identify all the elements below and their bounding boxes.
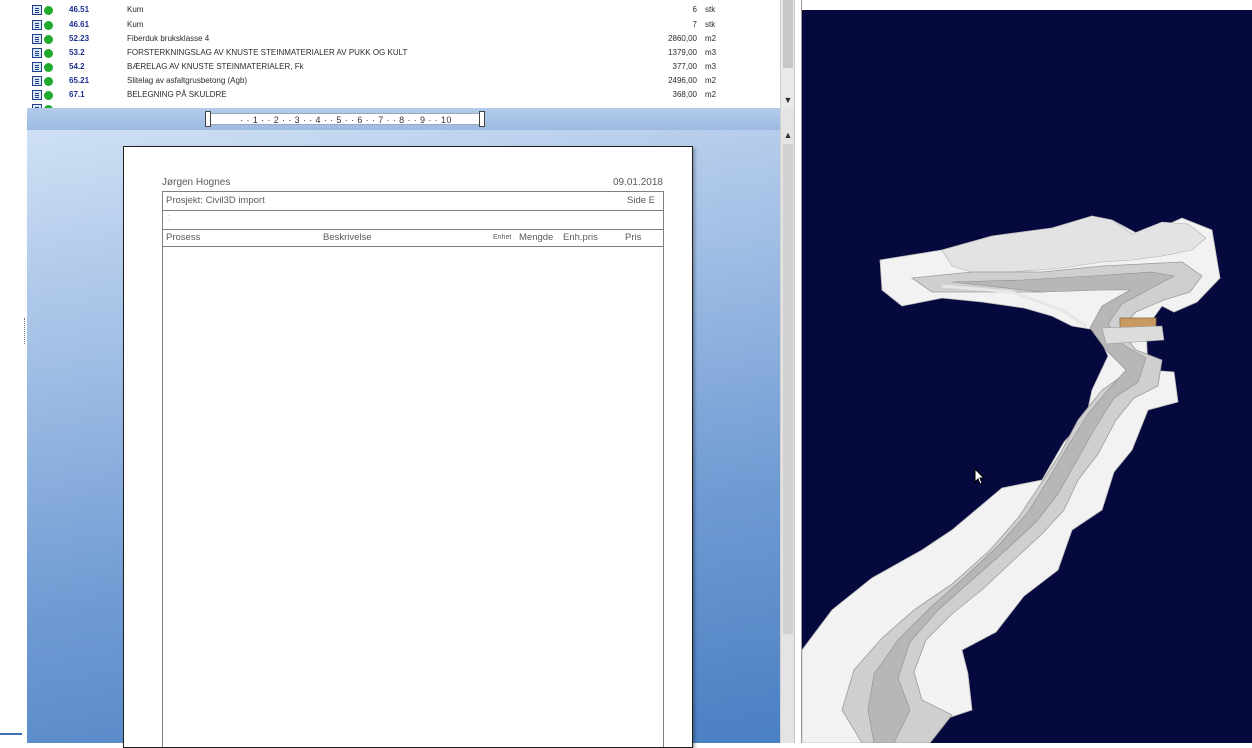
list-item[interactable]: 46.51 Kum 6 stk	[27, 4, 780, 16]
report-table: Prosjekt: Civil3D import Side E : Proses…	[162, 191, 664, 747]
item-quantity: 6	[692, 5, 697, 14]
column-header-mengde: Mengde	[519, 232, 554, 243]
list-item[interactable]: 53.2 FORSTERKNINGSLAG AV KNUSTE STEINMAT…	[27, 47, 780, 59]
column-header-enhet: Enhet	[493, 234, 512, 241]
page-date: 09.01.2018	[612, 177, 663, 188]
bridge-deck	[1101, 325, 1165, 345]
item-code: 46.61	[69, 20, 90, 29]
item-description: BELEGNING PÅ SKULDRE	[127, 90, 227, 99]
status-dot-icon	[44, 35, 53, 44]
ruler-scale: · · 1 · · 2 · · 3 · · 4 · · 5 · · 6 · · …	[240, 115, 452, 125]
item-code: 46.51	[69, 5, 90, 14]
item-unit: m3	[705, 48, 717, 57]
viewport-top-border	[802, 0, 1252, 10]
calculator-icon[interactable]	[32, 62, 42, 72]
document-scrollbar[interactable]: ▲	[780, 108, 795, 743]
scrollbar-thumb[interactable]	[783, 0, 793, 68]
empty-row: :	[163, 210, 663, 230]
mouse-pointer-icon	[974, 468, 986, 485]
item-quantity: 2860,00	[668, 34, 697, 43]
item-code: 53.2	[69, 48, 85, 57]
left-panel-strip	[0, 0, 27, 743]
left-panel-tab[interactable]	[0, 733, 22, 735]
item-list-scrollbar[interactable]: ▼	[780, 0, 795, 108]
left-indent-marker-icon[interactable]	[205, 111, 211, 127]
item-quantity: 2496,00	[668, 76, 697, 85]
project-row: Prosjekt: Civil3D import Side E	[163, 192, 663, 211]
item-code: 67.1	[69, 90, 85, 99]
calculator-icon[interactable]	[32, 34, 42, 44]
status-dot-icon	[44, 6, 53, 15]
item-unit: m2	[705, 76, 717, 85]
project-label: Prosjekt: Civil3D import	[166, 195, 265, 206]
page-author: Jørgen Hognes	[162, 177, 231, 188]
list-item[interactable]: 67.1 BELEGNING PÅ SKULDRE 368,00 m2	[27, 89, 780, 101]
calculator-icon[interactable]	[32, 5, 42, 15]
3d-viewport[interactable]	[802, 10, 1252, 743]
column-header-prosess: Prosess	[166, 232, 201, 243]
road-3d-model	[802, 215, 1221, 743]
ruler-bar: · · 1 · · 2 · · 3 · · 4 · · 5 · · 6 · · …	[27, 108, 780, 130]
item-description: Kum	[127, 20, 144, 29]
empty-row-mark: :	[168, 212, 171, 222]
list-item[interactable]: 52.23 Fiberduk bruksklasse 4 2860,00 m2	[27, 33, 780, 45]
horizontal-ruler[interactable]: · · 1 · · 2 · · 3 · · 4 · · 5 · · 6 · · …	[205, 111, 485, 127]
item-unit: stk	[705, 20, 716, 29]
item-quantity: 7	[692, 20, 697, 29]
item-code: 54.2	[69, 62, 85, 71]
item-unit: m2	[705, 34, 717, 43]
item-description: Kum	[127, 5, 144, 14]
status-dot-icon	[44, 77, 53, 86]
item-quantity: 1379,00	[668, 48, 697, 57]
item-unit: m3	[705, 62, 717, 71]
column-header-pris: Pris	[625, 232, 642, 243]
status-dot-icon	[44, 49, 53, 58]
scrollbar-thumb[interactable]	[783, 144, 793, 634]
status-dot-icon	[44, 91, 53, 100]
item-unit: stk	[705, 5, 716, 14]
report-page[interactable]: Jørgen Hognes 09.01.2018 Prosjekt: Civil…	[123, 146, 693, 748]
item-unit: m2	[705, 90, 717, 99]
item-description: Slitelag av asfaltgrusbetong (Agb)	[127, 76, 248, 85]
item-code: 65.21	[69, 76, 90, 85]
calculator-icon[interactable]	[32, 20, 42, 30]
document-workspace: Jørgen Hognes 09.01.2018 Prosjekt: Civil…	[27, 130, 780, 748]
page-number-label: Side E	[627, 195, 655, 206]
table-header: Prosess Beskrivelse Enhet Mengde Enh.pri…	[163, 229, 663, 247]
column-header-enh-pris: Enh.pris	[563, 232, 598, 243]
calculator-icon[interactable]	[32, 90, 42, 100]
item-description: BÆRELAG AV KNUSTE STEINMATERIALER, Fk	[127, 62, 304, 71]
pane-splitter[interactable]	[794, 0, 802, 743]
item-description: Fiberduk bruksklasse 4	[127, 34, 210, 43]
status-dot-icon	[44, 21, 53, 30]
item-list: 46.51 Kum 6 stk 46.61 Kum 7 stk 52.23 Fi…	[27, 0, 780, 108]
item-quantity: 368,00	[672, 90, 697, 99]
status-dot-icon	[44, 63, 53, 72]
calculator-icon[interactable]	[32, 76, 42, 86]
list-item[interactable]: 46.61 Kum 7 stk	[27, 19, 780, 31]
list-item[interactable]: 65.21 Slitelag av asfaltgrusbetong (Agb)…	[27, 75, 780, 87]
right-indent-marker-icon[interactable]	[479, 111, 485, 127]
calculator-icon[interactable]	[32, 48, 42, 58]
item-quantity: 377,00	[672, 62, 697, 71]
scroll-down-icon[interactable]: ▼	[781, 93, 795, 107]
column-header-beskrivelse: Beskrivelse	[323, 232, 372, 243]
list-item[interactable]: 54.2 BÆRELAG AV KNUSTE STEINMATERIALER, …	[27, 61, 780, 73]
scroll-up-icon[interactable]: ▲	[781, 128, 795, 142]
item-description: FORSTERKNINGSLAG AV KNUSTE STEINMATERIAL…	[127, 48, 408, 57]
item-code: 52.23	[69, 34, 90, 43]
